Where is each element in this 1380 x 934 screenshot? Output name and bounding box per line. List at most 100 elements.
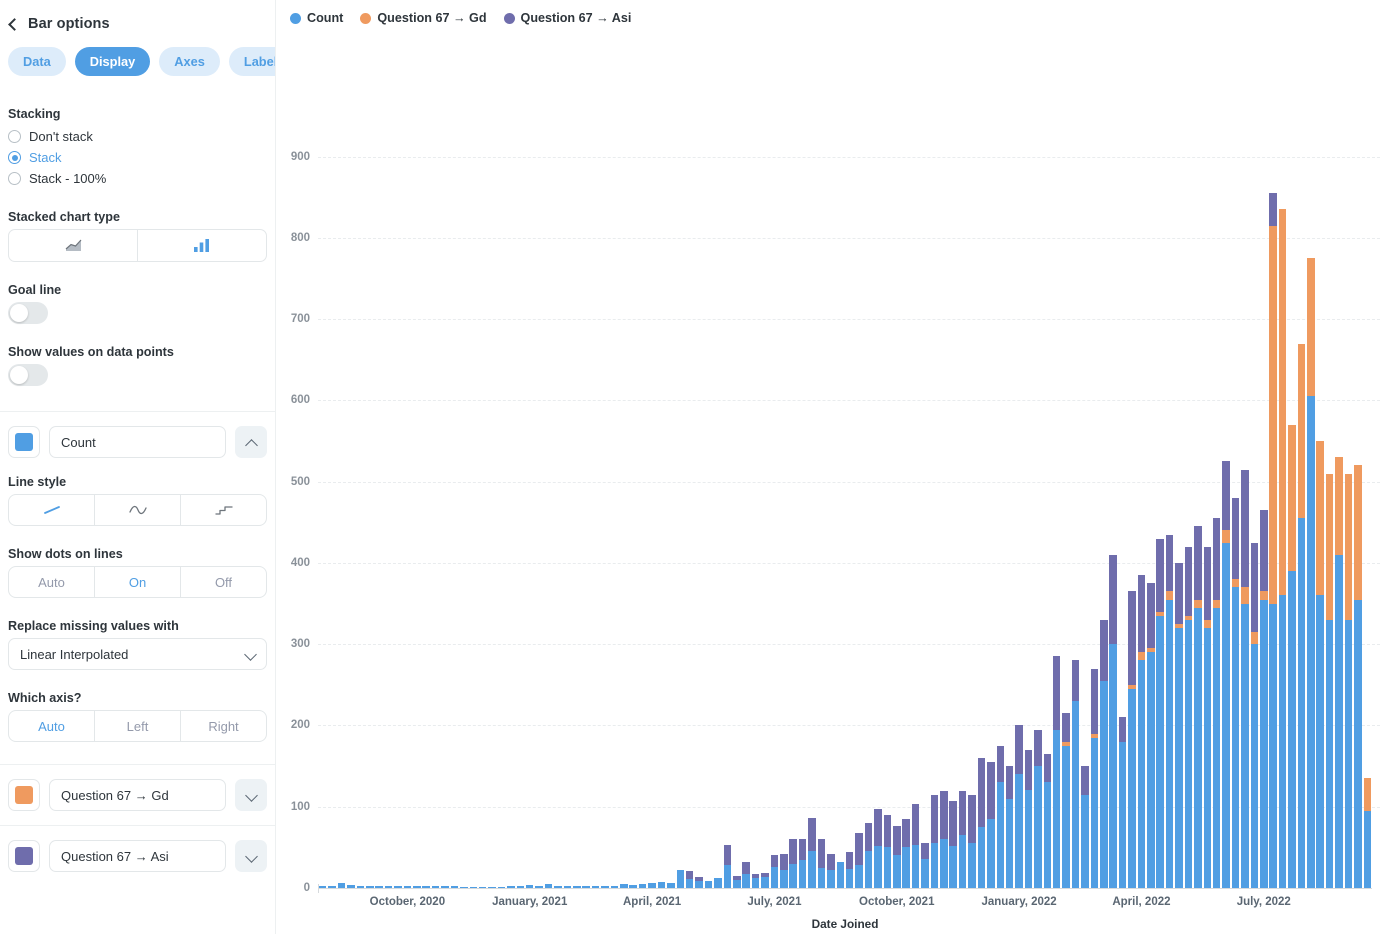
bar-column[interactable] (686, 116, 694, 888)
bar-column[interactable] (978, 116, 986, 888)
series-collapse-button-count[interactable] (235, 426, 267, 458)
bar-column[interactable] (648, 116, 656, 888)
bar-column[interactable] (1307, 116, 1315, 888)
bar-column[interactable] (912, 116, 920, 888)
bar-column[interactable] (1156, 116, 1164, 888)
bar-column[interactable] (1204, 116, 1212, 888)
bar-column[interactable] (921, 116, 929, 888)
bar-column[interactable] (865, 116, 873, 888)
bar-column[interactable] (526, 116, 534, 888)
bar-column[interactable] (1006, 116, 1014, 888)
bar-column[interactable] (1044, 116, 1052, 888)
legend-item-count[interactable]: Count (290, 11, 343, 25)
bar-column[interactable] (724, 116, 732, 888)
series-expand-button-asi[interactable] (235, 840, 267, 872)
bar-column[interactable] (799, 116, 807, 888)
bar-column[interactable] (592, 116, 600, 888)
bar-column[interactable] (1175, 116, 1183, 888)
bar-column[interactable] (1053, 116, 1061, 888)
bar-column[interactable] (742, 116, 750, 888)
bar-column[interactable] (451, 116, 459, 888)
radio-stack-100[interactable]: Stack - 100% (8, 168, 267, 189)
series-expand-button-gd[interactable] (235, 779, 267, 811)
bar-column[interactable] (441, 116, 449, 888)
bar-column[interactable] (837, 116, 845, 888)
bar-column[interactable] (1260, 116, 1268, 888)
bar-column[interactable] (1025, 116, 1033, 888)
bar-column[interactable] (658, 116, 666, 888)
bar-column[interactable] (338, 116, 346, 888)
bar-column[interactable] (1364, 116, 1372, 888)
bar-column[interactable] (940, 116, 948, 888)
bar-column[interactable] (997, 116, 1005, 888)
bar-column[interactable] (394, 116, 402, 888)
bar-column[interactable] (1185, 116, 1193, 888)
bar-column[interactable] (1062, 116, 1070, 888)
bar-column[interactable] (846, 116, 854, 888)
bar-column[interactable] (1166, 116, 1174, 888)
bar-column[interactable] (1279, 116, 1287, 888)
show-dots-auto-option[interactable]: Auto (9, 567, 95, 597)
tab-labels[interactable]: Labels (229, 47, 276, 76)
stacked-type-bar-option[interactable] (138, 230, 266, 261)
bar-column[interactable] (959, 116, 967, 888)
bar-column[interactable] (620, 116, 628, 888)
bar-column[interactable] (667, 116, 675, 888)
bar-column[interactable] (931, 116, 939, 888)
bar-column[interactable] (902, 116, 910, 888)
radio-stack[interactable]: Stack (8, 147, 267, 168)
line-style-step-option[interactable] (181, 495, 266, 525)
bar-column[interactable] (1072, 116, 1080, 888)
bar-column[interactable] (1222, 116, 1230, 888)
bar-column[interactable] (1081, 116, 1089, 888)
bar-column[interactable] (1091, 116, 1099, 888)
stacked-bar-chart[interactable]: 0100200300400500600700800900October, 202… (276, 36, 1380, 934)
series-color-swatch-count[interactable] (8, 426, 40, 458)
bar-column[interactable] (1269, 116, 1277, 888)
which-axis-auto-option[interactable]: Auto (9, 711, 95, 741)
bar-column[interactable] (1109, 116, 1117, 888)
bar-column[interactable] (1241, 116, 1249, 888)
bar-column[interactable] (1316, 116, 1324, 888)
bar-column[interactable] (1345, 116, 1353, 888)
bar-column[interactable] (1288, 116, 1296, 888)
bar-column[interactable] (488, 116, 496, 888)
bar-column[interactable] (422, 116, 430, 888)
bar-column[interactable] (761, 116, 769, 888)
bar-column[interactable] (1119, 116, 1127, 888)
bar-column[interactable] (1298, 116, 1306, 888)
series-name-input-gd[interactable]: Question 67 → Gd (49, 779, 226, 811)
bar-column[interactable] (470, 116, 478, 888)
line-style-curved-option[interactable] (95, 495, 181, 525)
goal-line-toggle[interactable] (8, 302, 48, 324)
tab-display[interactable]: Display (75, 47, 151, 76)
bar-column[interactable] (535, 116, 543, 888)
bar-column[interactable] (677, 116, 685, 888)
bar-column[interactable] (357, 116, 365, 888)
bar-column[interactable] (884, 116, 892, 888)
show-values-toggle[interactable] (8, 364, 48, 386)
line-style-straight-option[interactable] (9, 495, 95, 525)
bar-column[interactable] (328, 116, 336, 888)
bar-column[interactable] (818, 116, 826, 888)
bar-column[interactable] (1100, 116, 1108, 888)
bar-column[interactable] (987, 116, 995, 888)
bar-column[interactable] (319, 116, 327, 888)
bar-column[interactable] (780, 116, 788, 888)
bar-column[interactable] (1147, 116, 1155, 888)
radio-dont-stack[interactable]: Don't stack (8, 126, 267, 147)
bar-column[interactable] (1232, 116, 1240, 888)
bar-column[interactable] (771, 116, 779, 888)
bar-column[interactable] (629, 116, 637, 888)
bar-column[interactable] (479, 116, 487, 888)
bar-column[interactable] (855, 116, 863, 888)
bar-column[interactable] (1326, 116, 1334, 888)
bar-column[interactable] (893, 116, 901, 888)
bar-column[interactable] (1034, 116, 1042, 888)
bar-column[interactable] (1251, 116, 1259, 888)
show-dots-off-option[interactable]: Off (181, 567, 266, 597)
bar-column[interactable] (517, 116, 525, 888)
bar-column[interactable] (498, 116, 506, 888)
bar-column[interactable] (404, 116, 412, 888)
bar-column[interactable] (385, 116, 393, 888)
